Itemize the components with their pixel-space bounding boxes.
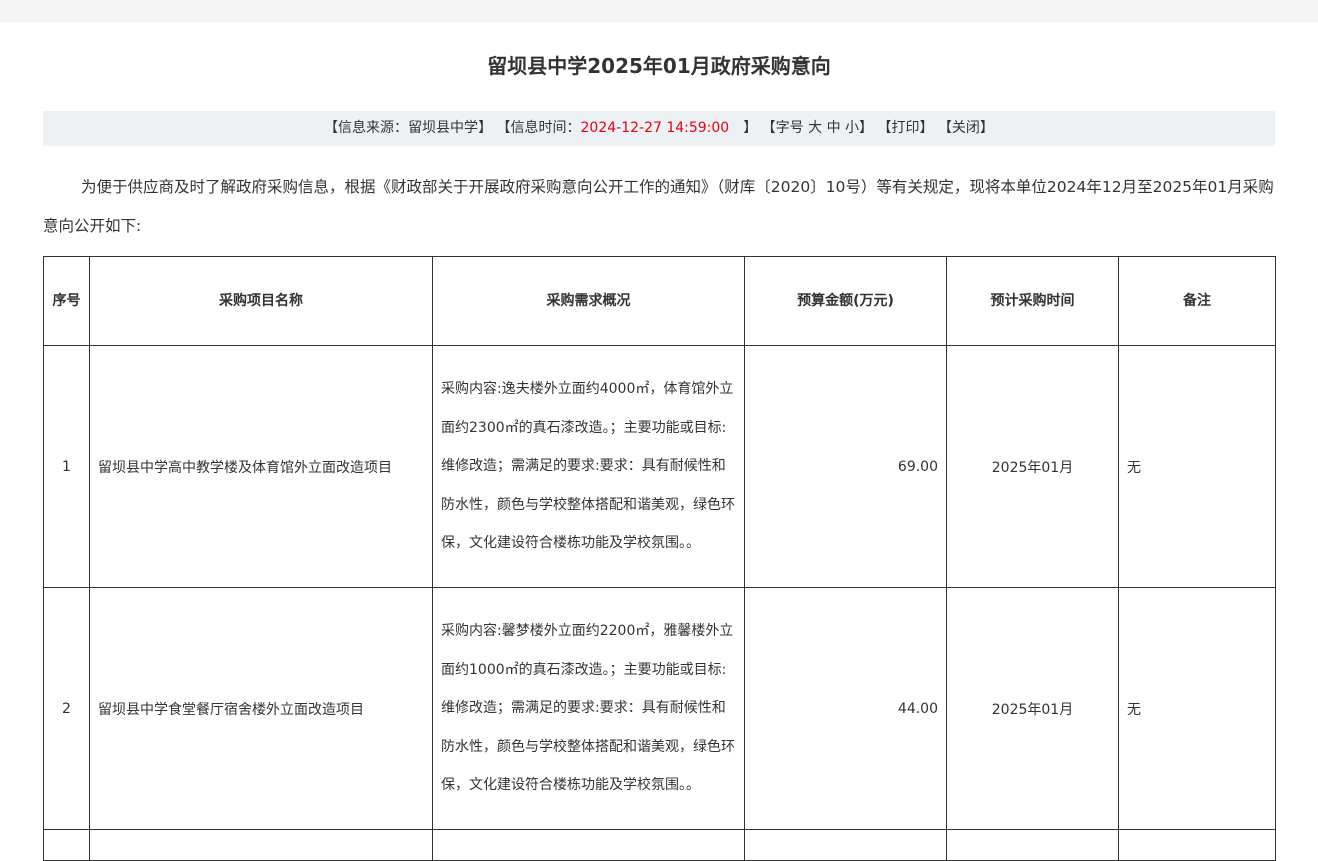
intro-paragraph: 为便于供应商及时了解政府采购信息，根据《财政部关于开展政府采购意向公开工作的通知… bbox=[43, 178, 1274, 235]
row-note: 无 bbox=[1118, 587, 1276, 830]
row-idx: 2 bbox=[43, 587, 90, 830]
font-size-large-link[interactable]: 大 bbox=[808, 120, 822, 136]
row-budget: 69.00 bbox=[744, 345, 947, 588]
header-desc: 采购需求概况 bbox=[432, 256, 745, 346]
table-header-row: 序号 采购项目名称 采购需求概况 预算金额(万元) 预计采购时间 备注 bbox=[43, 256, 1276, 346]
partial-cell bbox=[89, 829, 433, 861]
font-size-open: 【字号 bbox=[761, 120, 804, 136]
top-bar bbox=[0, 0, 1318, 22]
font-size-medium-link[interactable]: 中 bbox=[827, 120, 841, 136]
procurement-table: 序号 采购项目名称 采购需求概况 预算金额(万元) 预计采购时间 备注 1 留坝… bbox=[43, 256, 1276, 861]
row-desc: 采购内容:馨梦楼外立面约2200㎡，雅馨楼外立面约1000㎡的真石漆改造。；主要… bbox=[432, 587, 745, 830]
partial-cell bbox=[1118, 829, 1276, 861]
page-title: 留坝县中学2025年01月政府采购意向 bbox=[487, 54, 831, 78]
font-size-close: 】 bbox=[859, 120, 874, 136]
row-note: 无 bbox=[1118, 345, 1276, 588]
info-source-suffix: 】 bbox=[478, 120, 493, 136]
info-source-prefix: 【信息来源： bbox=[324, 120, 409, 136]
table-row: 2 留坝县中学食堂餐厅宿舍楼外立面改造项目 采购内容:馨梦楼外立面约2200㎡，… bbox=[43, 587, 1276, 830]
info-time: 2024-12-27 14:59:00 bbox=[580, 120, 730, 136]
header-name: 采购项目名称 bbox=[89, 256, 433, 346]
info-time-prefix: 【信息时间： bbox=[496, 120, 581, 136]
table-row: 1 留坝县中学高中教学楼及体育馆外立面改造项目 采购内容:逸夫楼外立面约4000… bbox=[43, 345, 1276, 588]
header-budget: 预算金额(万元) bbox=[744, 256, 947, 346]
font-size-small-link[interactable]: 小 bbox=[845, 120, 859, 136]
row-name: 留坝县中学食堂餐厅宿舍楼外立面改造项目 bbox=[89, 587, 433, 830]
header-idx: 序号 bbox=[43, 256, 90, 346]
partial-cell bbox=[744, 829, 947, 861]
partial-cell bbox=[946, 829, 1119, 861]
header-time: 预计采购时间 bbox=[946, 256, 1119, 346]
print-link[interactable]: 【打印】 bbox=[877, 120, 933, 136]
table-row-partial bbox=[43, 829, 1276, 861]
row-budget: 44.00 bbox=[744, 587, 947, 830]
info-time-suffix: 】 bbox=[729, 120, 758, 136]
row-name: 留坝县中学高中教学楼及体育馆外立面改造项目 bbox=[89, 345, 433, 588]
row-idx: 1 bbox=[43, 345, 90, 588]
partial-cell bbox=[43, 829, 90, 861]
close-link[interactable]: 【关闭】 bbox=[938, 120, 994, 136]
info-bar: 【信息来源：留坝县中学】 【信息时间：2024-12-27 14:59:00 】… bbox=[43, 111, 1275, 146]
partial-cell bbox=[432, 829, 745, 861]
row-time: 2025年01月 bbox=[946, 587, 1119, 830]
row-desc: 采购内容:逸夫楼外立面约4000㎡，体育馆外立面约2300㎡的真石漆改造。；主要… bbox=[432, 345, 745, 588]
row-time: 2025年01月 bbox=[946, 345, 1119, 588]
info-source: 留坝县中学 bbox=[408, 120, 479, 136]
header-note: 备注 bbox=[1118, 256, 1276, 346]
